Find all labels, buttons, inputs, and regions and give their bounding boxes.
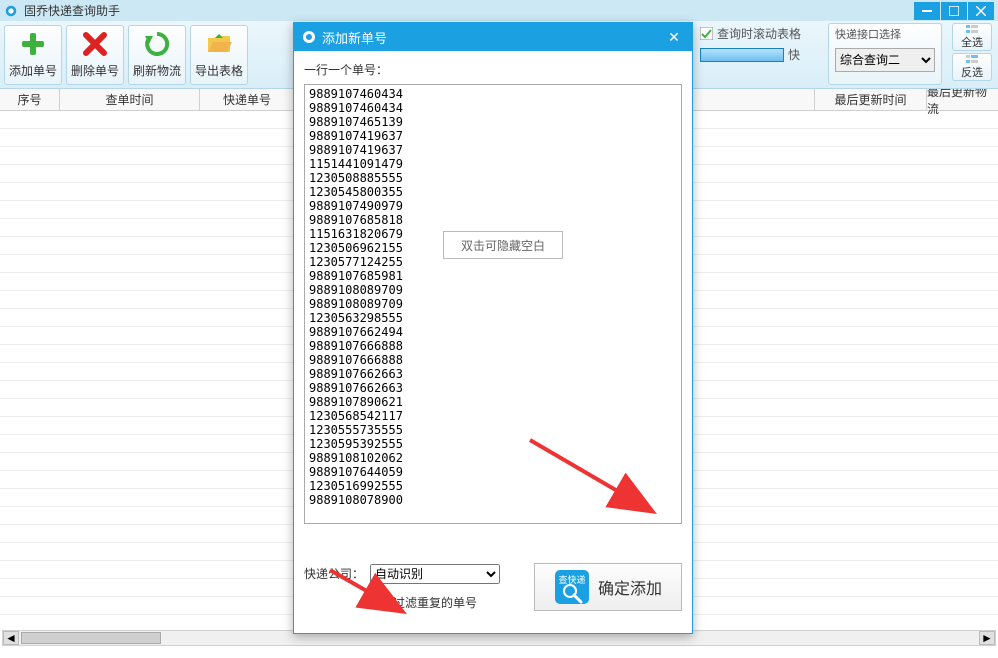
- confirm-label: 确定添加: [598, 575, 662, 599]
- delete-label: 删除单号: [71, 62, 119, 79]
- svg-text:查快递: 查快递: [558, 574, 585, 585]
- status-bar: [0, 646, 998, 658]
- col-query-time[interactable]: 查单时间: [60, 89, 200, 110]
- port-group: 快递接口选择 综合查询二: [828, 23, 942, 85]
- scroll-ck-label: 查询时滚动表格: [717, 25, 801, 42]
- x-icon: [81, 30, 109, 58]
- select-all-label: 全选: [961, 34, 983, 50]
- refresh-label: 刷新物流: [133, 62, 181, 79]
- checkbox-checked-icon: [700, 27, 713, 40]
- scroll-right-arrow[interactable]: ►: [979, 631, 995, 645]
- port-select[interactable]: 综合查询二: [835, 48, 935, 72]
- hide-blank-button[interactable]: 双击可隐藏空白: [443, 231, 563, 259]
- checklist-icon: [966, 24, 978, 34]
- textarea-wrap: 双击可隐藏空白: [304, 84, 682, 524]
- scroll-left-arrow[interactable]: ◄: [3, 631, 19, 645]
- plus-icon: [19, 30, 47, 58]
- select-all-button[interactable]: 全选: [952, 23, 992, 51]
- select-invert-button[interactable]: 反选: [952, 53, 992, 81]
- speed-label: 快: [788, 46, 800, 63]
- minimize-button[interactable]: [914, 2, 940, 20]
- dialog-hint: 一行一个单号：: [304, 61, 682, 78]
- confirm-add-button[interactable]: 查快递 确定添加: [534, 563, 682, 611]
- maximize-button[interactable]: [941, 2, 967, 20]
- refresh-icon: [143, 30, 171, 58]
- export-label: 导出表格: [195, 62, 243, 79]
- dialog-close-button[interactable]: ✕: [664, 29, 684, 46]
- speed-bar: 快: [700, 46, 820, 63]
- col-last-update-time[interactable]: 最后更新时间: [815, 89, 927, 110]
- dialog-title: 添加新单号: [322, 28, 664, 47]
- col-last-update-log[interactable]: 最后更新物流: [927, 89, 998, 110]
- col-tracking-no[interactable]: 快递单号: [200, 89, 295, 110]
- company-row: 快递公司： 自动识别: [304, 564, 534, 584]
- refresh-button[interactable]: 刷新物流: [128, 25, 186, 85]
- window-buttons: [913, 2, 994, 20]
- dialog-bottom-row: 快递公司： 自动识别 过滤重复的单号 查快递 确定添加: [304, 555, 682, 619]
- delete-number-button[interactable]: 删除单号: [66, 25, 124, 85]
- filter-checkbox-icon[interactable]: [374, 596, 387, 609]
- add-label: 添加单号: [9, 62, 57, 79]
- col-index[interactable]: 序号: [0, 89, 60, 110]
- close-button[interactable]: [968, 2, 994, 20]
- filter-row[interactable]: 过滤重复的单号: [374, 594, 534, 611]
- export-button[interactable]: 导出表格: [190, 25, 248, 85]
- app-title: 固乔快递查询助手: [24, 2, 913, 19]
- scroll-checkbox-row[interactable]: 查询时滚动表格: [700, 25, 820, 42]
- tracking-numbers-textarea[interactable]: [305, 85, 682, 524]
- add-number-button[interactable]: 添加单号: [4, 25, 62, 85]
- search-express-icon: 查快递: [554, 569, 590, 605]
- company-select[interactable]: 自动识别: [370, 564, 500, 584]
- dialog-titlebar: 添加新单号 ✕: [294, 23, 692, 51]
- scroll-thumb[interactable]: [21, 632, 161, 644]
- speed-group: 查询时滚动表格 快: [700, 25, 820, 63]
- add-number-dialog: 添加新单号 ✕ 一行一个单号： 双击可隐藏空白 快递公司： 自动识别 过滤重复的…: [293, 22, 693, 634]
- app-icon: [4, 4, 18, 18]
- company-label: 快递公司：: [304, 565, 364, 582]
- folder-icon: [205, 30, 233, 58]
- invert-icon: [966, 54, 978, 64]
- port-group-title: 快递接口选择: [835, 26, 935, 42]
- selection-group: 全选 反选: [952, 23, 992, 81]
- speed-progress[interactable]: [700, 48, 784, 62]
- dialog-body: 一行一个单号： 双击可隐藏空白 快递公司： 自动识别 过滤重复的单号 查快递: [294, 51, 692, 633]
- dialog-bottom-left: 快递公司： 自动识别 过滤重复的单号: [304, 564, 534, 611]
- filter-label: 过滤重复的单号: [393, 594, 477, 611]
- dialog-icon: [302, 30, 316, 44]
- titlebar: 固乔快递查询助手: [0, 0, 998, 21]
- select-invert-label: 反选: [961, 64, 983, 80]
